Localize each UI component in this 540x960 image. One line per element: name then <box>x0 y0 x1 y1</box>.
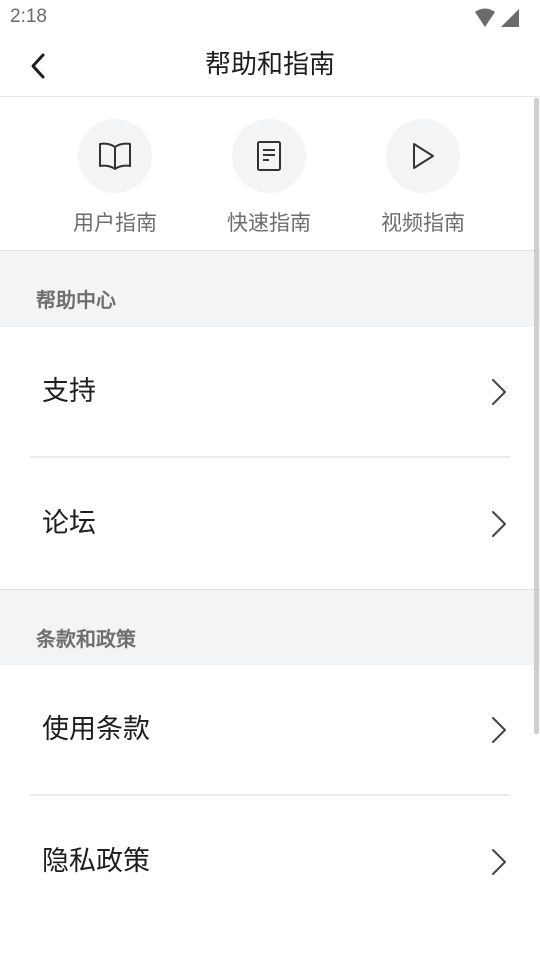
quick-guide-icon-circle <box>232 119 306 193</box>
chevron-right-icon <box>492 717 506 743</box>
help-guide-screen: 2:18 帮助和指南 用户指南 快速指南 视频指南 帮助中心 支持 论坛 条款和… <box>0 0 540 960</box>
section-title: 帮助中心 <box>36 288 116 312</box>
list-item-terms-of-use[interactable]: 使用条款 <box>0 665 540 795</box>
status-icons <box>475 8 519 27</box>
chevron-left-icon <box>31 53 45 79</box>
status-time: 2:18 <box>10 6 47 27</box>
document-icon <box>257 141 281 171</box>
app-header: 帮助和指南 <box>0 36 540 97</box>
list-item-label: 论坛 <box>42 508 96 539</box>
list-item-support[interactable]: 支持 <box>0 327 540 457</box>
chevron-right-icon <box>492 849 506 875</box>
list-item-privacy-policy[interactable]: 隐私政策 <box>0 797 540 927</box>
list-item-label: 支持 <box>42 376 96 407</box>
user-guide-icon-circle <box>78 119 152 193</box>
play-icon <box>413 143 434 169</box>
chevron-right-icon <box>492 379 506 405</box>
section-title: 条款和政策 <box>36 627 136 651</box>
cellular-signal-icon <box>501 9 519 27</box>
status-bar: 2:18 <box>0 0 540 36</box>
quick-guide-row: 用户指南 快速指南 视频指南 <box>0 97 540 251</box>
chevron-right-icon <box>492 511 506 537</box>
user-guide-label: 用户指南 <box>73 211 157 235</box>
page-title: 帮助和指南 <box>204 50 335 80</box>
video-guide-icon-circle <box>386 119 460 193</box>
scrollbar[interactable] <box>534 98 539 734</box>
user-guide-button[interactable]: 用户指南 <box>45 119 185 239</box>
list-divider <box>30 456 510 458</box>
video-guide-label: 视频指南 <box>381 211 465 235</box>
quick-guide-button[interactable]: 快速指南 <box>199 119 339 239</box>
section-header-help-center: 帮助中心 <box>0 251 540 327</box>
list-item-forum[interactable]: 论坛 <box>0 459 540 589</box>
list-divider <box>30 794 510 796</box>
list-item-label: 隐私政策 <box>42 846 150 877</box>
video-guide-button[interactable]: 视频指南 <box>353 119 493 239</box>
list-item-label: 使用条款 <box>42 714 150 745</box>
back-button[interactable] <box>18 46 58 86</box>
wifi-icon <box>475 8 495 27</box>
section-header-terms-policies: 条款和政策 <box>0 589 540 666</box>
open-book-icon <box>99 142 131 170</box>
quick-guide-label: 快速指南 <box>227 211 311 235</box>
